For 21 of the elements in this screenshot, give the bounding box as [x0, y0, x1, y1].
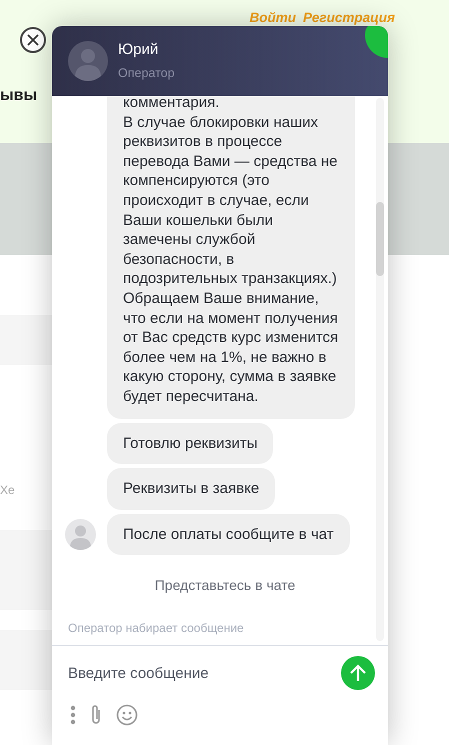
- avatar-icon: [65, 518, 96, 550]
- message-input[interactable]: Введите сообщение: [68, 656, 341, 690]
- send-button[interactable]: [341, 656, 375, 690]
- heading-fragment: ывы: [0, 86, 38, 106]
- paperclip-icon[interactable]: [90, 704, 102, 726]
- operator-role: Оператор: [118, 64, 175, 82]
- message-bubble: Реквизиты в заявке: [107, 468, 276, 510]
- smiley-icon[interactable]: [116, 704, 138, 726]
- nav-link[interactable]: Регистрация: [303, 11, 395, 25]
- text-fragment: Xe: [0, 482, 15, 499]
- arrow-up-icon: [350, 664, 366, 682]
- more-icon[interactable]: [70, 705, 76, 725]
- system-notice: Представьтесь в чате: [154, 576, 296, 596]
- message-bubble: комментария. В случае блокировки наших реквизитов в процессе перевода Вами — средства не компенсируются (это происходит в случае, если Ваши кошельки были замечены службой безопасности, в подозрительных транзакциях.) Обращаем Ваше внимание, что если на момент получения от Вас средств курс изменится более чем на 1%, не важно в какую сторону, сумма в заявке будет пересчитана.: [107, 96, 355, 418]
- close-icon: [27, 34, 39, 46]
- operator-name: Юрий: [118, 40, 160, 60]
- message-bubble: После оплаты сообщите в чат: [107, 514, 350, 556]
- typing-status: Оператор набирает сообщение: [67, 620, 245, 638]
- avatar-icon: [68, 41, 108, 81]
- nav-link[interactable]: Войти: [250, 11, 296, 25]
- message-bubble: Готовлю реквизиты: [107, 422, 274, 464]
